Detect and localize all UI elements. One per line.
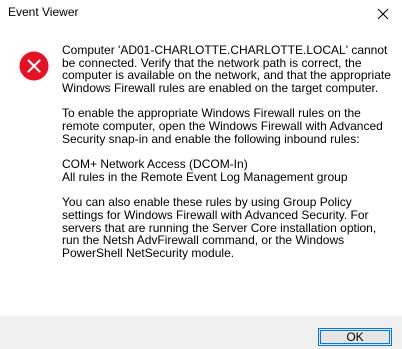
- close-button[interactable]: [364, 0, 402, 28]
- message-paragraph: COM+ Network Access (DCOM-In) All rules …: [62, 157, 348, 184]
- ok-button[interactable]: OK: [318, 328, 392, 346]
- close-icon: [377, 8, 389, 20]
- message-paragraph: To enable the appropriate Windows Firewa…: [62, 106, 383, 146]
- message-paragraph: Computer 'AD01-CHARLOTTE.CHARLOTTE.LOCAL…: [62, 43, 391, 95]
- dialog-content: Computer 'AD01-CHARLOTTE.CHARLOTTE.LOCAL…: [0, 30, 402, 310]
- title-bar[interactable]: Event Viewer: [0, 0, 402, 30]
- focus-ring: [320, 330, 390, 344]
- error-message: Computer 'AD01-CHARLOTTE.CHARLOTTE.LOCAL…: [62, 44, 394, 272]
- error-icon: [19, 51, 49, 81]
- button-bar: OK: [0, 316, 402, 349]
- message-paragraph: You can also enable these rules by using…: [62, 195, 377, 260]
- window-title: Event Viewer: [8, 5, 79, 19]
- message-dialog: Event Viewer Computer 'AD01-CHARLOTTE.CH…: [0, 0, 402, 349]
